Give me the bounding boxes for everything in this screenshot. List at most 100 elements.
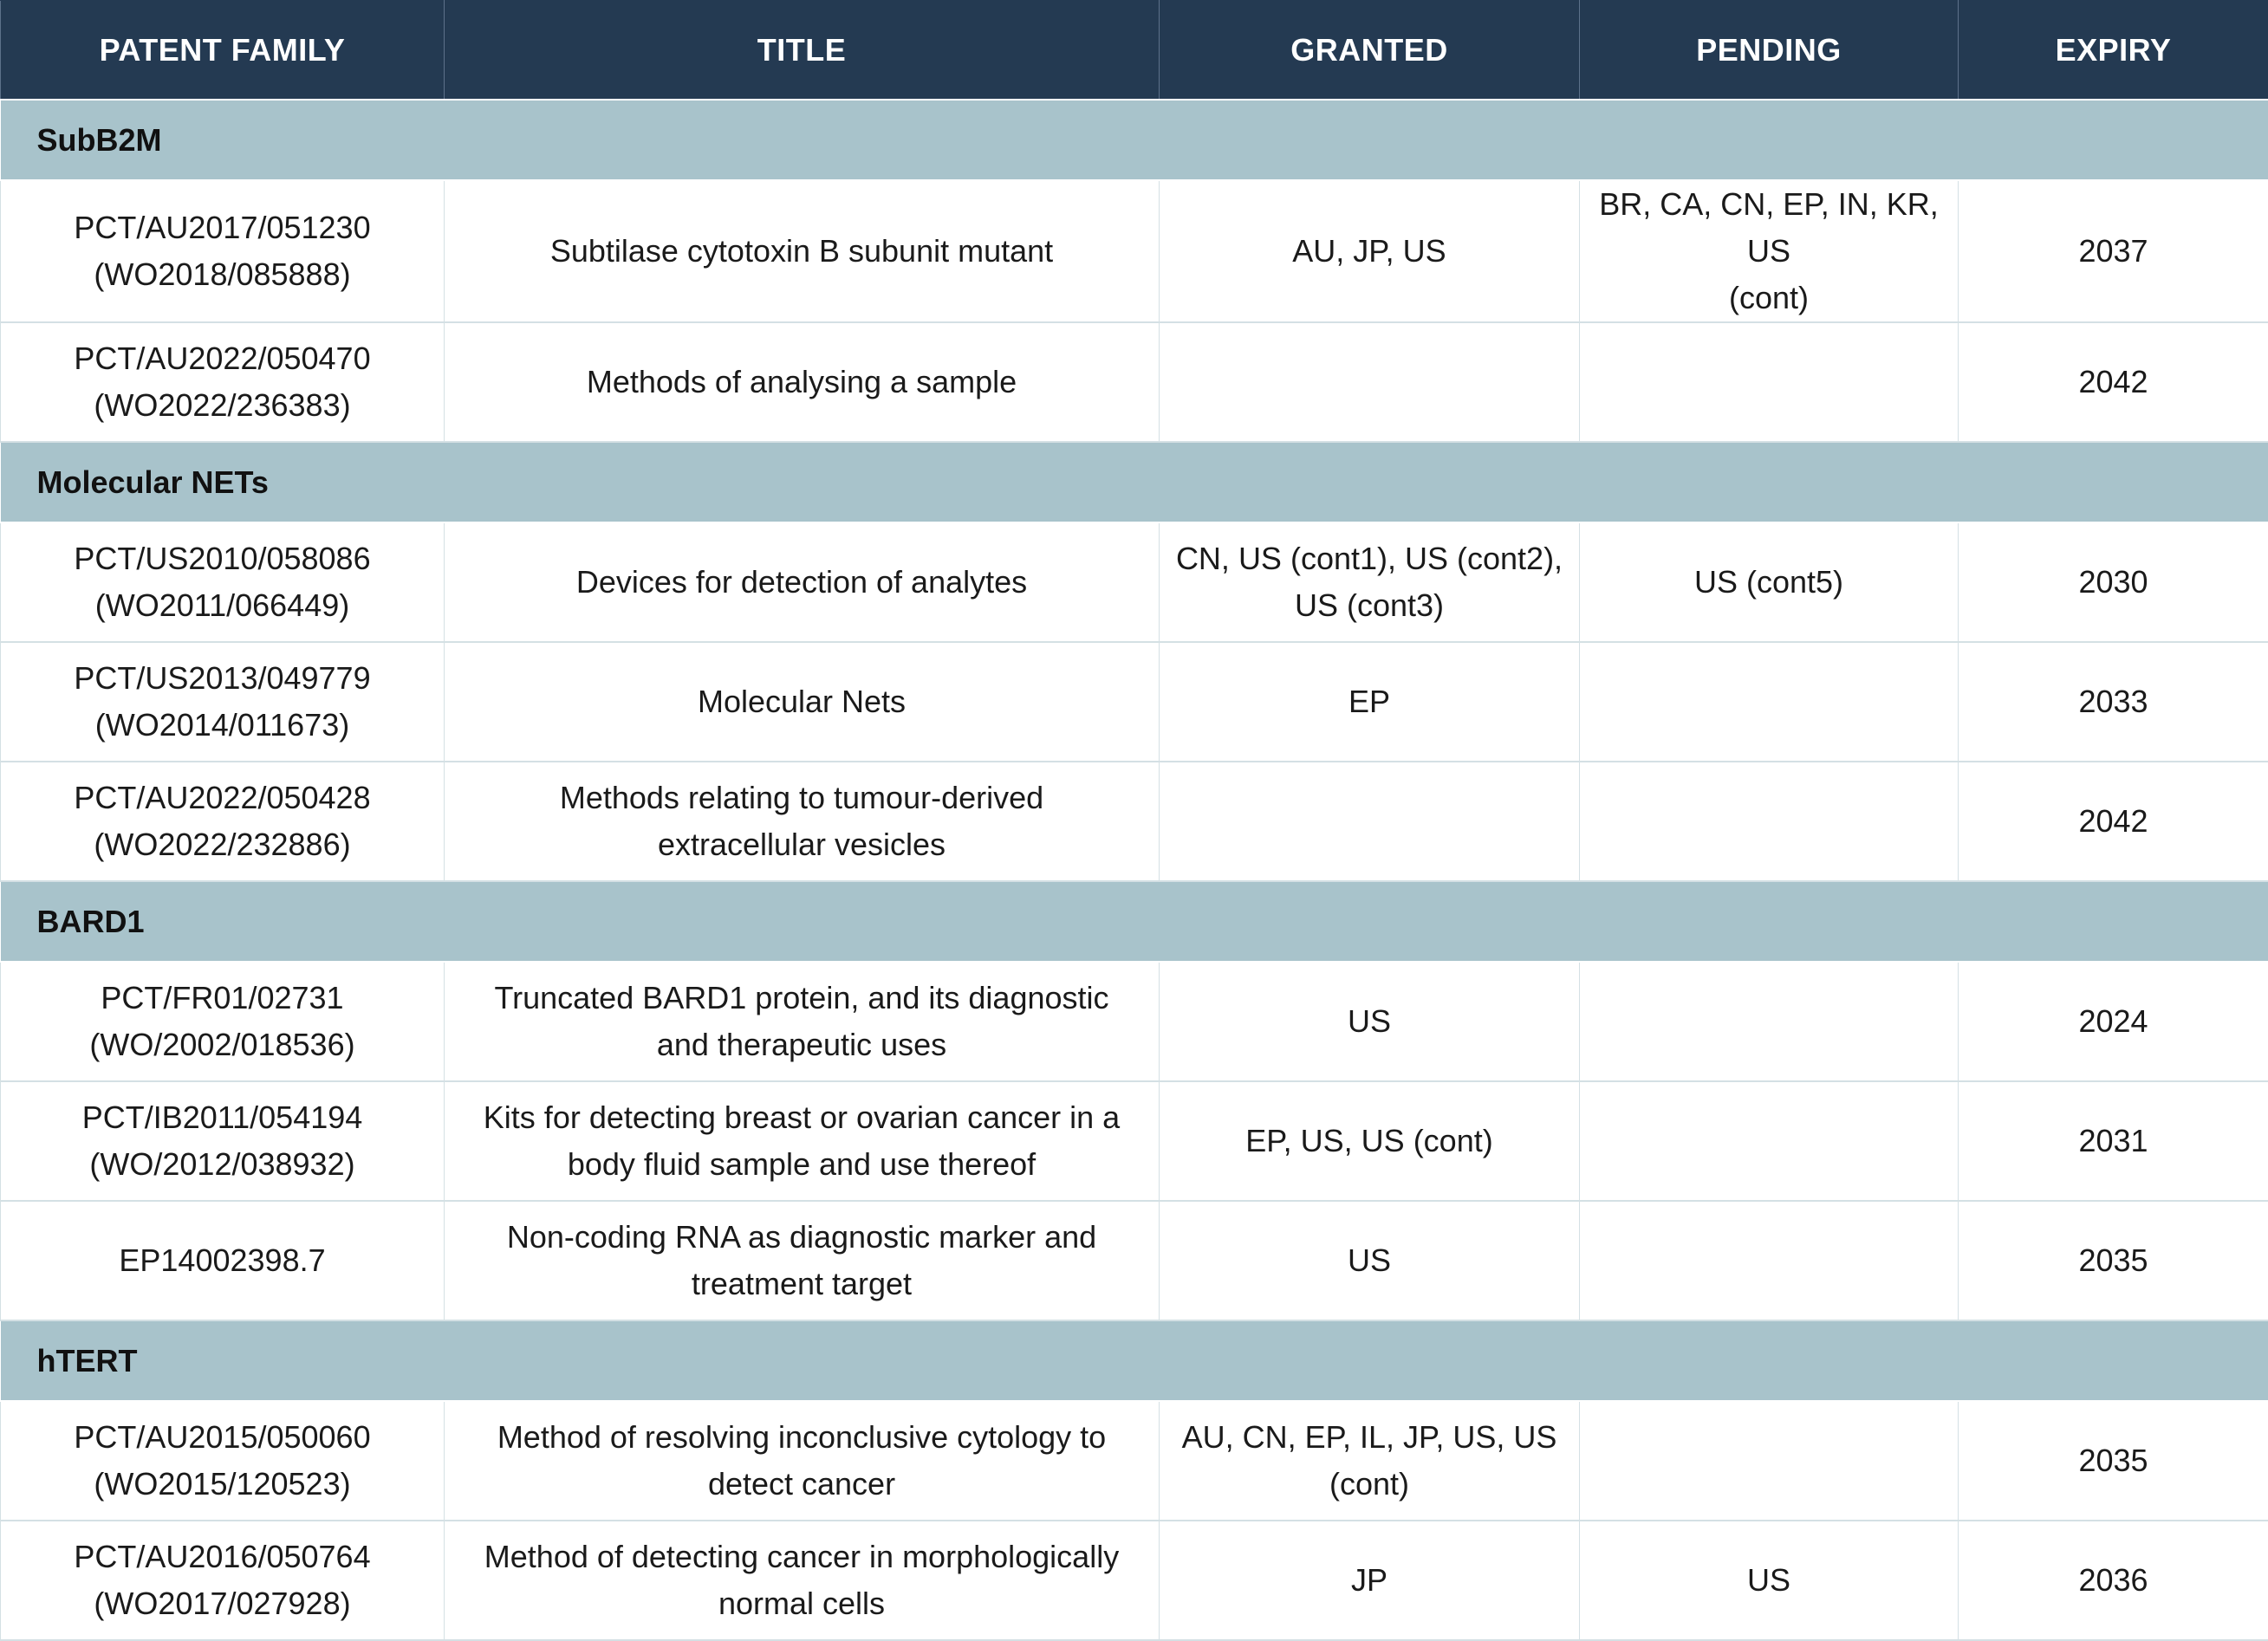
expiry-cell-text: 2036 — [2078, 1562, 2148, 1598]
title-cell-text: Subtilase cytotoxin B subunit mutant — [550, 233, 1053, 269]
pending-cell-text: US — [1747, 1562, 1790, 1598]
patent-table: PATENT FAMILY TITLE GRANTED PENDING EXPI… — [0, 0, 2268, 1641]
title-cell: Methods of analysing a sample — [445, 322, 1160, 442]
title-cell-text: Devices for detection of analytes — [576, 564, 1027, 600]
patent-family-cell-text: PCT/US2010/058086 (WO2011/066449) — [74, 541, 370, 623]
header-row: PATENT FAMILY TITLE GRANTED PENDING EXPI… — [1, 1, 2268, 101]
granted-cell-text: EP, US, US (cont) — [1245, 1123, 1492, 1158]
granted-cell: AU, JP, US — [1160, 180, 1580, 322]
title-cell-text: Method of resolving inconclusive cytolog… — [497, 1419, 1106, 1502]
title-cell: Non-coding RNA as diagnostic marker and … — [445, 1201, 1160, 1320]
group-heading: hTERT — [1, 1320, 2268, 1401]
title-cell: Devices for detection of analytes — [445, 522, 1160, 642]
table-row: PCT/IB2011/054194 (WO/2012/038932) Kits f… — [1, 1081, 2268, 1201]
title-cell-text: Molecular Nets — [698, 684, 906, 719]
granted-cell: US — [1160, 962, 1580, 1081]
expiry-cell-text: 2042 — [2078, 364, 2148, 399]
granted-cell — [1160, 762, 1580, 881]
table-row: PCT/US2013/049779 (WO2014/011673) Molecul… — [1, 642, 2268, 762]
pending-cell — [1580, 1201, 1959, 1320]
group-row: Molecular NETs — [1, 442, 2268, 522]
group-heading: Molecular NETs — [1, 442, 2268, 522]
table-row: PCT/AU2015/050060 (WO2015/120523) Method … — [1, 1401, 2268, 1521]
granted-cell: EP, US, US (cont) — [1160, 1081, 1580, 1201]
granted-cell: JP — [1160, 1521, 1580, 1640]
expiry-cell: 2031 — [1959, 1081, 2268, 1201]
title-cell-text: Non-coding RNA as diagnostic marker and … — [507, 1219, 1096, 1301]
patent-family-cell: PCT/AU2015/050060 (WO2015/120523) — [1, 1401, 445, 1521]
table-row: PCT/US2010/058086 (WO2011/066449) Devices… — [1, 522, 2268, 642]
granted-cell: US — [1160, 1201, 1580, 1320]
table-header: PATENT FAMILY TITLE GRANTED PENDING EXPI… — [1, 1, 2268, 101]
granted-cell-text: US — [1348, 1242, 1391, 1278]
title-cell: Truncated BARD1 protein, and its diagnos… — [445, 962, 1160, 1081]
patent-family-cell-text: PCT/AU2016/050764 (WO2017/027928) — [74, 1539, 370, 1621]
title-cell-text: Methods relating to tumour-derived extra… — [560, 780, 1043, 862]
group-row: BARD1 — [1, 881, 2268, 962]
granted-cell-text: AU, JP, US — [1292, 233, 1446, 269]
title-cell-text: Kits for detecting breast or ovarian can… — [484, 1099, 1120, 1182]
header-title: TITLE — [445, 1, 1160, 101]
expiry-cell-text: 2024 — [2078, 1003, 2148, 1039]
granted-cell-text: EP — [1348, 684, 1390, 719]
pending-cell — [1580, 762, 1959, 881]
granted-cell — [1160, 322, 1580, 442]
header-pending: PENDING — [1580, 1, 1959, 101]
patent-family-cell: EP14002398.7 — [1, 1201, 445, 1320]
pending-cell — [1580, 642, 1959, 762]
patent-family-cell-text: PCT/US2013/049779 (WO2014/011673) — [74, 660, 370, 743]
expiry-cell-text: 2030 — [2078, 564, 2148, 600]
expiry-cell-text: 2037 — [2078, 233, 2148, 269]
table-row: PCT/AU2017/051230 (WO2018/085888) Subtila… — [1, 180, 2268, 322]
pending-cell — [1580, 322, 1959, 442]
expiry-cell: 2037 — [1959, 180, 2268, 322]
granted-cell: CN, US (cont1), US (cont2), US (cont3) — [1160, 522, 1580, 642]
header-granted: GRANTED — [1160, 1, 1580, 101]
expiry-cell-text: 2042 — [2078, 803, 2148, 839]
patent-family-cell-text: EP14002398.7 — [119, 1242, 325, 1278]
patent-family-cell: PCT/FR01/02731 (WO/2002/018536) — [1, 962, 445, 1081]
expiry-cell-text: 2031 — [2078, 1123, 2148, 1158]
expiry-cell: 2042 — [1959, 322, 2268, 442]
expiry-cell-text: 2035 — [2078, 1443, 2148, 1478]
pending-cell: US — [1580, 1521, 1959, 1640]
table-row: PCT/AU2022/050428 (WO2022/232886) Methods… — [1, 762, 2268, 881]
pending-cell — [1580, 962, 1959, 1081]
patent-family-cell: PCT/AU2022/050470 (WO2022/236383) — [1, 322, 445, 442]
patent-family-cell-text: PCT/AU2017/051230 (WO2018/085888) — [74, 210, 370, 292]
patent-family-cell-text: PCT/AU2022/050470 (WO2022/236383) — [74, 341, 370, 423]
title-cell: Subtilase cytotoxin B subunit mutant — [445, 180, 1160, 322]
pending-cell: US (cont5) — [1580, 522, 1959, 642]
title-cell: Methods relating to tumour-derived extra… — [445, 762, 1160, 881]
granted-cell-text: US — [1348, 1003, 1391, 1039]
patent-family-cell: PCT/IB2011/054194 (WO/2012/038932) — [1, 1081, 445, 1201]
pending-cell-text: BR, CA, CN, EP, IN, KR, US (cont) — [1599, 186, 1938, 315]
pending-cell — [1580, 1081, 1959, 1201]
table-row: PCT/FR01/02731 (WO/2002/018536) Truncated… — [1, 962, 2268, 1081]
patent-family-cell-text: PCT/IB2011/054194 (WO/2012/038932) — [82, 1099, 363, 1182]
table-body: SubB2M PCT/AU2017/051230 (WO2018/085888) S… — [1, 100, 2268, 1640]
patent-family-cell: PCT/AU2022/050428 (WO2022/232886) — [1, 762, 445, 881]
pending-cell-text: US (cont5) — [1694, 564, 1843, 600]
pending-cell: BR, CA, CN, EP, IN, KR, US (cont) — [1580, 180, 1959, 322]
header-expiry: EXPIRY — [1959, 1, 2268, 101]
group-row: hTERT — [1, 1320, 2268, 1401]
group-row: SubB2M — [1, 100, 2268, 180]
title-cell: Method of resolving inconclusive cytolog… — [445, 1401, 1160, 1521]
title-cell-text: Methods of analysing a sample — [587, 364, 1017, 399]
title-cell-text: Method of detecting cancer in morphologi… — [484, 1539, 1119, 1621]
expiry-cell: 2035 — [1959, 1401, 2268, 1521]
granted-cell: AU, CN, EP, IL, JP, US, US (cont) — [1160, 1401, 1580, 1521]
header-patent-family: PATENT FAMILY — [1, 1, 445, 101]
patent-family-cell-text: PCT/AU2022/050428 (WO2022/232886) — [74, 780, 370, 862]
expiry-cell-text: 2033 — [2078, 684, 2148, 719]
patent-family-cell-text: PCT/FR01/02731 (WO/2002/018536) — [89, 980, 354, 1062]
expiry-cell: 2036 — [1959, 1521, 2268, 1640]
title-cell: Molecular Nets — [445, 642, 1160, 762]
granted-cell: EP — [1160, 642, 1580, 762]
patent-family-cell: PCT/US2010/058086 (WO2011/066449) — [1, 522, 445, 642]
table-row: PCT/AU2016/050764 (WO2017/027928) Method … — [1, 1521, 2268, 1640]
table-row: PCT/AU2022/050470 (WO2022/236383) Methods… — [1, 322, 2268, 442]
granted-cell-text: CN, US (cont1), US (cont2), US (cont3) — [1176, 541, 1563, 623]
expiry-cell: 2033 — [1959, 642, 2268, 762]
